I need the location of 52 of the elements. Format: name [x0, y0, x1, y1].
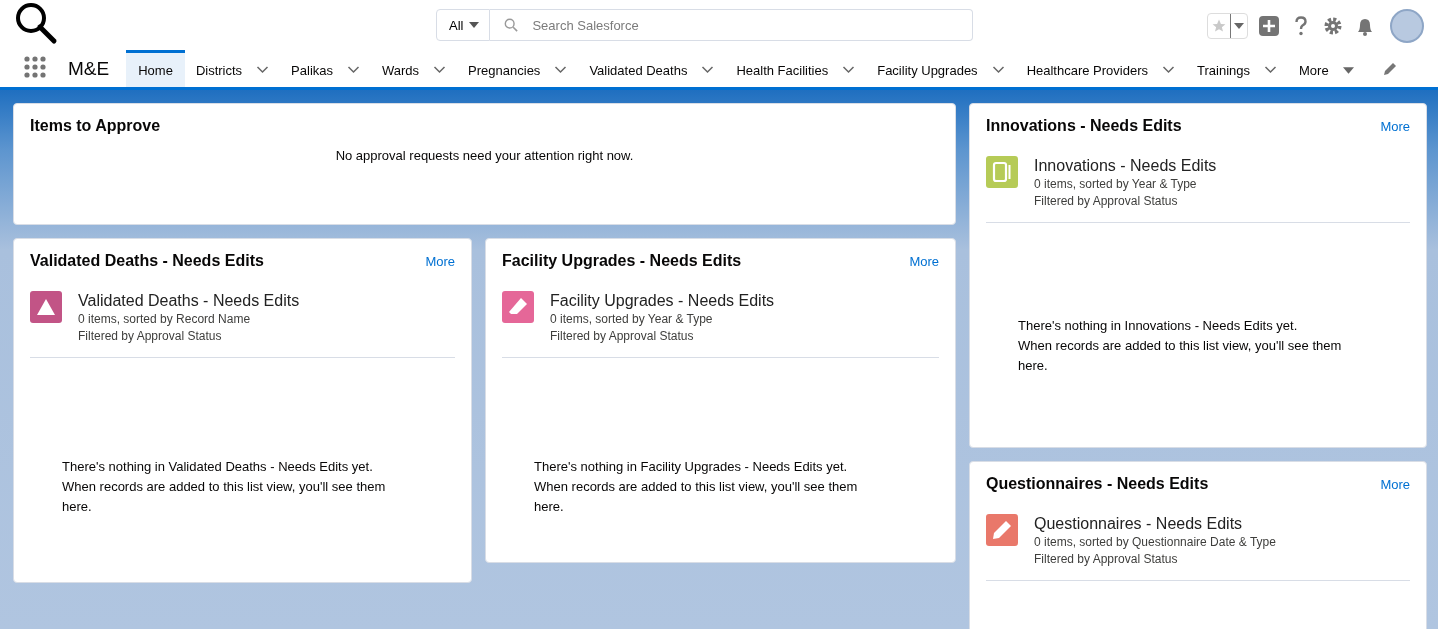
search-field[interactable]: Search Salesforce	[490, 9, 973, 41]
chevron-down-icon[interactable]	[991, 66, 1005, 74]
favorites-button[interactable]	[1207, 13, 1248, 39]
list-view-sort-info: 0 items, sorted by Year & Type	[550, 311, 714, 328]
list-view-filter-info: Filtered by Approval Status	[550, 328, 695, 345]
card-title: Items to Approve	[30, 116, 162, 136]
list-view-filter-info: Filtered by Approval Status	[1034, 193, 1179, 210]
chevron-down-icon[interactable]	[701, 66, 715, 74]
avatar[interactable]	[1390, 9, 1424, 43]
chevron-down-icon[interactable]	[1264, 66, 1277, 74]
more-link[interactable]: More	[425, 253, 455, 269]
empty-state-message: When records are added to this list view, you'll see them here.	[1018, 337, 1343, 375]
settings-icon[interactable]	[1322, 15, 1344, 37]
empty-state-message: When records are added to this list view, you'll see them here.	[534, 478, 859, 516]
card-title: Questionnaires - Needs Edits	[986, 474, 1209, 494]
empty-state-message: When records are added to this list view, you'll see them here.	[62, 478, 387, 516]
list-view-link[interactable]: Validated Deaths - Needs Edits	[78, 291, 300, 311]
more-link[interactable]: More	[909, 253, 939, 269]
app-name: M&E	[68, 57, 110, 81]
list-view-filter-info: Filtered by Approval Status	[1034, 551, 1179, 568]
chevron-down-icon[interactable]	[433, 66, 447, 74]
nav-tab[interactable]: Home	[126, 50, 185, 87]
card-title: Facility Upgrades - Needs Edits	[502, 251, 742, 271]
chevron-down-icon[interactable]	[256, 66, 270, 74]
list-view-sort-info: 0 items, sorted by Record Name	[78, 311, 252, 328]
star-icon	[1211, 18, 1227, 34]
chevron-down-icon[interactable]	[842, 66, 856, 74]
empty-state-message: There's nothing in Validated Deaths - Needs Edits yet.	[62, 458, 374, 476]
chevron-down-icon[interactable]	[554, 66, 568, 74]
empty-state-message: There's nothing in Facility Upgrades - Needs Edits yet.	[534, 458, 849, 476]
chevron-down-icon[interactable]	[347, 66, 360, 74]
more-link[interactable]: More	[1380, 476, 1410, 492]
list-view-link[interactable]: Facility Upgrades - Needs Edits	[550, 291, 775, 311]
add-icon[interactable]	[1258, 15, 1280, 37]
list-view-sort-info: 0 items, sorted by Questionnaire Date & Type	[1034, 534, 1276, 551]
chevron-down-icon[interactable]	[1162, 66, 1175, 74]
card-title: Validated Deaths - Needs Edits	[30, 251, 264, 271]
card-title: Innovations - Needs Edits	[986, 116, 1182, 136]
approvals-message: No approval requests need your attention right now.	[334, 148, 635, 163]
list-view-link[interactable]: Questionnaires - Needs Edits	[1034, 514, 1276, 534]
magnifier-logo-icon	[14, 1, 58, 45]
caret-down-icon	[1342, 66, 1354, 74]
edit-pencil-icon[interactable]	[1382, 61, 1397, 76]
caret-down-icon	[1234, 23, 1244, 29]
caret-down-icon	[469, 22, 480, 28]
more-link[interactable]: More	[1380, 118, 1410, 134]
search-scope-dropdown[interactable]: All	[436, 9, 491, 41]
list-view-filter-info: Filtered by Approval Status	[78, 328, 223, 345]
list-view-sort-info: 0 items, sorted by Year & Type	[1034, 176, 1198, 193]
empty-state-message: There's nothing in Innovations - Needs Edits yet.	[1018, 317, 1299, 335]
list-view-link[interactable]: Innovations - Needs Edits	[1034, 156, 1217, 176]
app-launcher-icon[interactable]	[24, 56, 46, 78]
